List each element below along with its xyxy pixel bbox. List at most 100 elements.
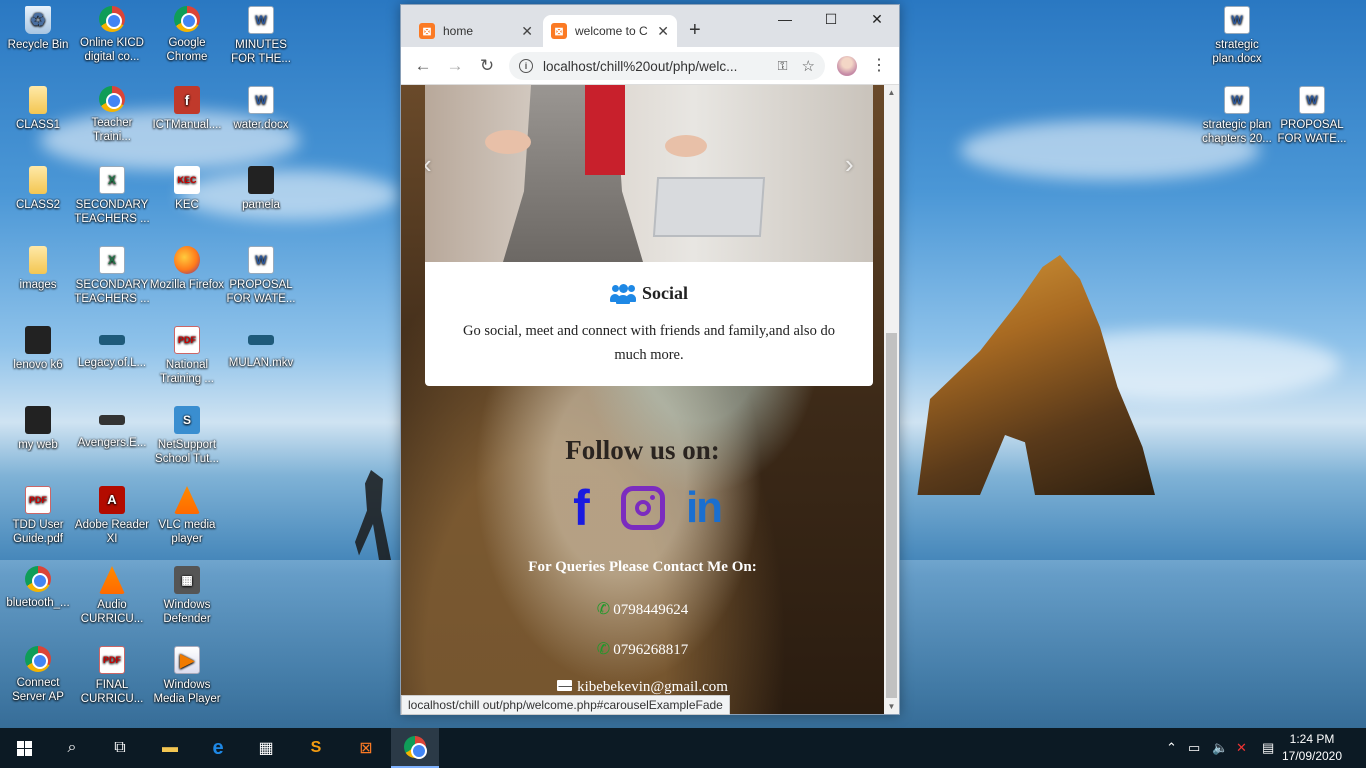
xampp-icon[interactable]: ⊠ [342,728,390,768]
desktop-icon-ict-manual[interactable]: f ICTManual.... [149,80,225,154]
bookmark-star-icon[interactable]: ☆ [802,57,815,75]
sublime-text-icon[interactable]: S [292,728,340,768]
close-window-button[interactable]: ✕ [865,11,889,28]
new-tab-button[interactable]: + [689,19,701,42]
forward-button[interactable]: → [445,56,465,76]
pdf-file-icon: PDF [174,326,200,354]
desktop-icon-windows-media-player[interactable]: ▶ Windows Media Player [149,640,225,714]
desktop-icon-strategic-plan-chapters[interactable]: Wstrategic plan chapters 20... [1199,80,1275,154]
maximize-button[interactable]: ☐ [819,11,843,28]
contact-phone-1: ✆ 0798449624 [401,599,884,619]
tab-strip: home ✕ welcome to C ✕ + — ☐ ✕ [401,5,899,47]
minimize-button[interactable]: — [773,11,797,27]
store-icon[interactable]: ▦ [242,728,290,768]
adobe-reader-icon: A [99,486,125,514]
key-icon[interactable]: ⚿ [778,58,788,74]
chrome-icon [174,6,200,32]
desktop-icon-pamela[interactable]: pamela [223,160,299,234]
desktop-icon-connect-server[interactable]: Connect Server AP [0,640,76,714]
scroll-thumb[interactable] [886,333,897,698]
word-document-icon: W [248,246,274,274]
profile-avatar[interactable] [837,56,857,76]
desktop-icon-national-training[interactable]: PDF National Training ... [149,320,225,394]
reload-button[interactable]: ↻ [477,56,497,76]
flash-file-icon: f [174,86,200,114]
carousel-prev-icon[interactable]: ‹ [425,149,432,180]
close-icon[interactable]: ✕ [657,23,669,40]
start-button[interactable] [0,728,48,768]
desktop-icon-mozilla-firefox[interactable]: Mozilla Firefox [149,240,225,314]
task-view-icon[interactable]: ⧉ [96,728,144,768]
desktop-icon-secondary-teachers-1[interactable]: X SECONDARY TEACHERS ... [74,160,150,234]
desktop-icon-online-kicd[interactable]: Online KICD digital co... [74,0,150,74]
file-explorer-icon[interactable]: ▬ [146,728,194,768]
chrome-window: home ✕ welcome to C ✕ + — ☐ ✕ ← → ↻ i lo… [400,4,900,715]
carousel-image: ‹ › [425,85,873,262]
carousel-next-icon[interactable]: › [845,149,854,180]
windows-defender-icon: ▦ [174,566,200,594]
contact-title: For Queries Please Contact Me On: [528,559,757,575]
desktop-icon-windows-defender[interactable]: ▦ Windows Defender [149,560,225,634]
chrome-taskbar-button[interactable] [391,728,439,768]
desktop-icon-lenovo-k6[interactable]: lenovo k6 [0,320,76,394]
desktop-icon-secondary-teachers-2[interactable]: X SECONDARY TEACHERS ... [74,240,150,314]
xampp-favicon-icon [419,23,435,39]
word-document-icon: W [1224,86,1250,114]
desktop-icon-adobe-reader[interactable]: A Adobe Reader XI [74,480,150,554]
follow-title: Follow us on: [565,435,720,465]
desktop-icon-images[interactable]: images [0,240,76,314]
action-center-icon[interactable]: ▤ [1262,728,1274,768]
vertical-scrollbar[interactable]: ▲ ▼ [884,85,899,714]
desktop-icon-my-web[interactable]: my web [0,400,76,474]
facebook-icon[interactable]: f [559,480,605,536]
desktop-icon-proposal-1[interactable]: W PROPOSAL FOR WATE... [223,240,299,314]
desktop-icon-mulan[interactable]: MULAN.mkv [223,320,299,394]
address-bar[interactable]: i localhost/chill%20out/php/welc... ⚿ ☆ [509,52,825,80]
scroll-down-arrow-icon[interactable]: ▼ [884,699,899,714]
scroll-up-arrow-icon[interactable]: ▲ [884,85,899,100]
surfer-silhouette [355,470,391,560]
desktop-icon-minutes[interactable]: W MINUTES FOR THE... [223,0,299,74]
contact-phone-2: ✆ 0796268817 [401,639,884,659]
info-icon[interactable]: i [519,59,533,73]
instagram-icon[interactable] [620,486,665,530]
desktop-icon-proposal-2[interactable]: W PROPOSAL FOR WATE... [1274,80,1350,154]
desktop-icon-teacher-training[interactable]: Teacher Traini... [74,80,150,154]
desktop-icon-recycle-bin[interactable]: ♻ Recycle Bin [0,0,76,74]
word-document-icon: W [1299,86,1325,114]
xampp-favicon-icon [551,23,567,39]
desktop-icon-tdd-user-guide[interactable]: PDF TDD User Guide.pdf [0,480,76,554]
desktop-icon-water-docx[interactable]: Wwater.docx [223,80,299,154]
close-icon[interactable]: ✕ [521,23,533,40]
windows-media-player-icon: ▶ [174,646,200,674]
edge-icon[interactable]: e [194,728,242,768]
network-icon[interactable]: ✕ [1236,728,1247,768]
clock-time: 1:24 PM [1289,732,1335,746]
tab-welcome[interactable]: welcome to C ✕ [543,15,677,47]
desktop-icon-class2[interactable]: CLASS2 [0,160,76,234]
back-button[interactable]: ← [413,56,433,76]
show-hidden-icons[interactable]: ⌃ [1166,728,1177,768]
desktop-icon-kec[interactable]: KEC KEC [149,160,225,234]
desktop-icon-final-curriculum[interactable]: PDF FINAL CURRICU... [74,640,150,714]
battery-icon[interactable]: ▭ [1188,728,1200,768]
search-icon[interactable]: ⌕ [48,728,96,768]
clock[interactable]: 1:24 PM 17/09/2020 [1280,731,1344,765]
desktop-icon-bluetooth[interactable]: bluetooth_... [0,560,76,634]
desktop-icon-audio-curriculum[interactable]: Audio CURRICU... [74,560,150,634]
desktop-icon-legacy[interactable]: Legacy.of.L... [74,320,150,394]
phone-number: 0796268817 [613,642,689,658]
netsupport-icon: S [174,406,200,434]
folder-icon [29,166,47,194]
kebab-menu-icon[interactable]: ⋮ [871,55,887,75]
linkedin-icon[interactable]: in [681,483,727,533]
desktop-icon-vlc[interactable]: VLC media player [149,480,225,554]
desktop-icon-class1[interactable]: CLASS1 [0,80,76,154]
desktop-icon-netsupport[interactable]: S NetSupport School Tut... [149,400,225,474]
desktop-icon-google-chrome[interactable]: Google Chrome [149,0,225,74]
desktop-icon-strategic-plan[interactable]: Wstrategic plan.docx [1199,0,1275,74]
desktop-icon-avengers[interactable]: Avengers.E... [74,400,150,474]
volume-icon[interactable]: 🔈 [1212,728,1228,768]
tab-home[interactable]: home ✕ [411,15,541,47]
person-hand [485,130,531,154]
